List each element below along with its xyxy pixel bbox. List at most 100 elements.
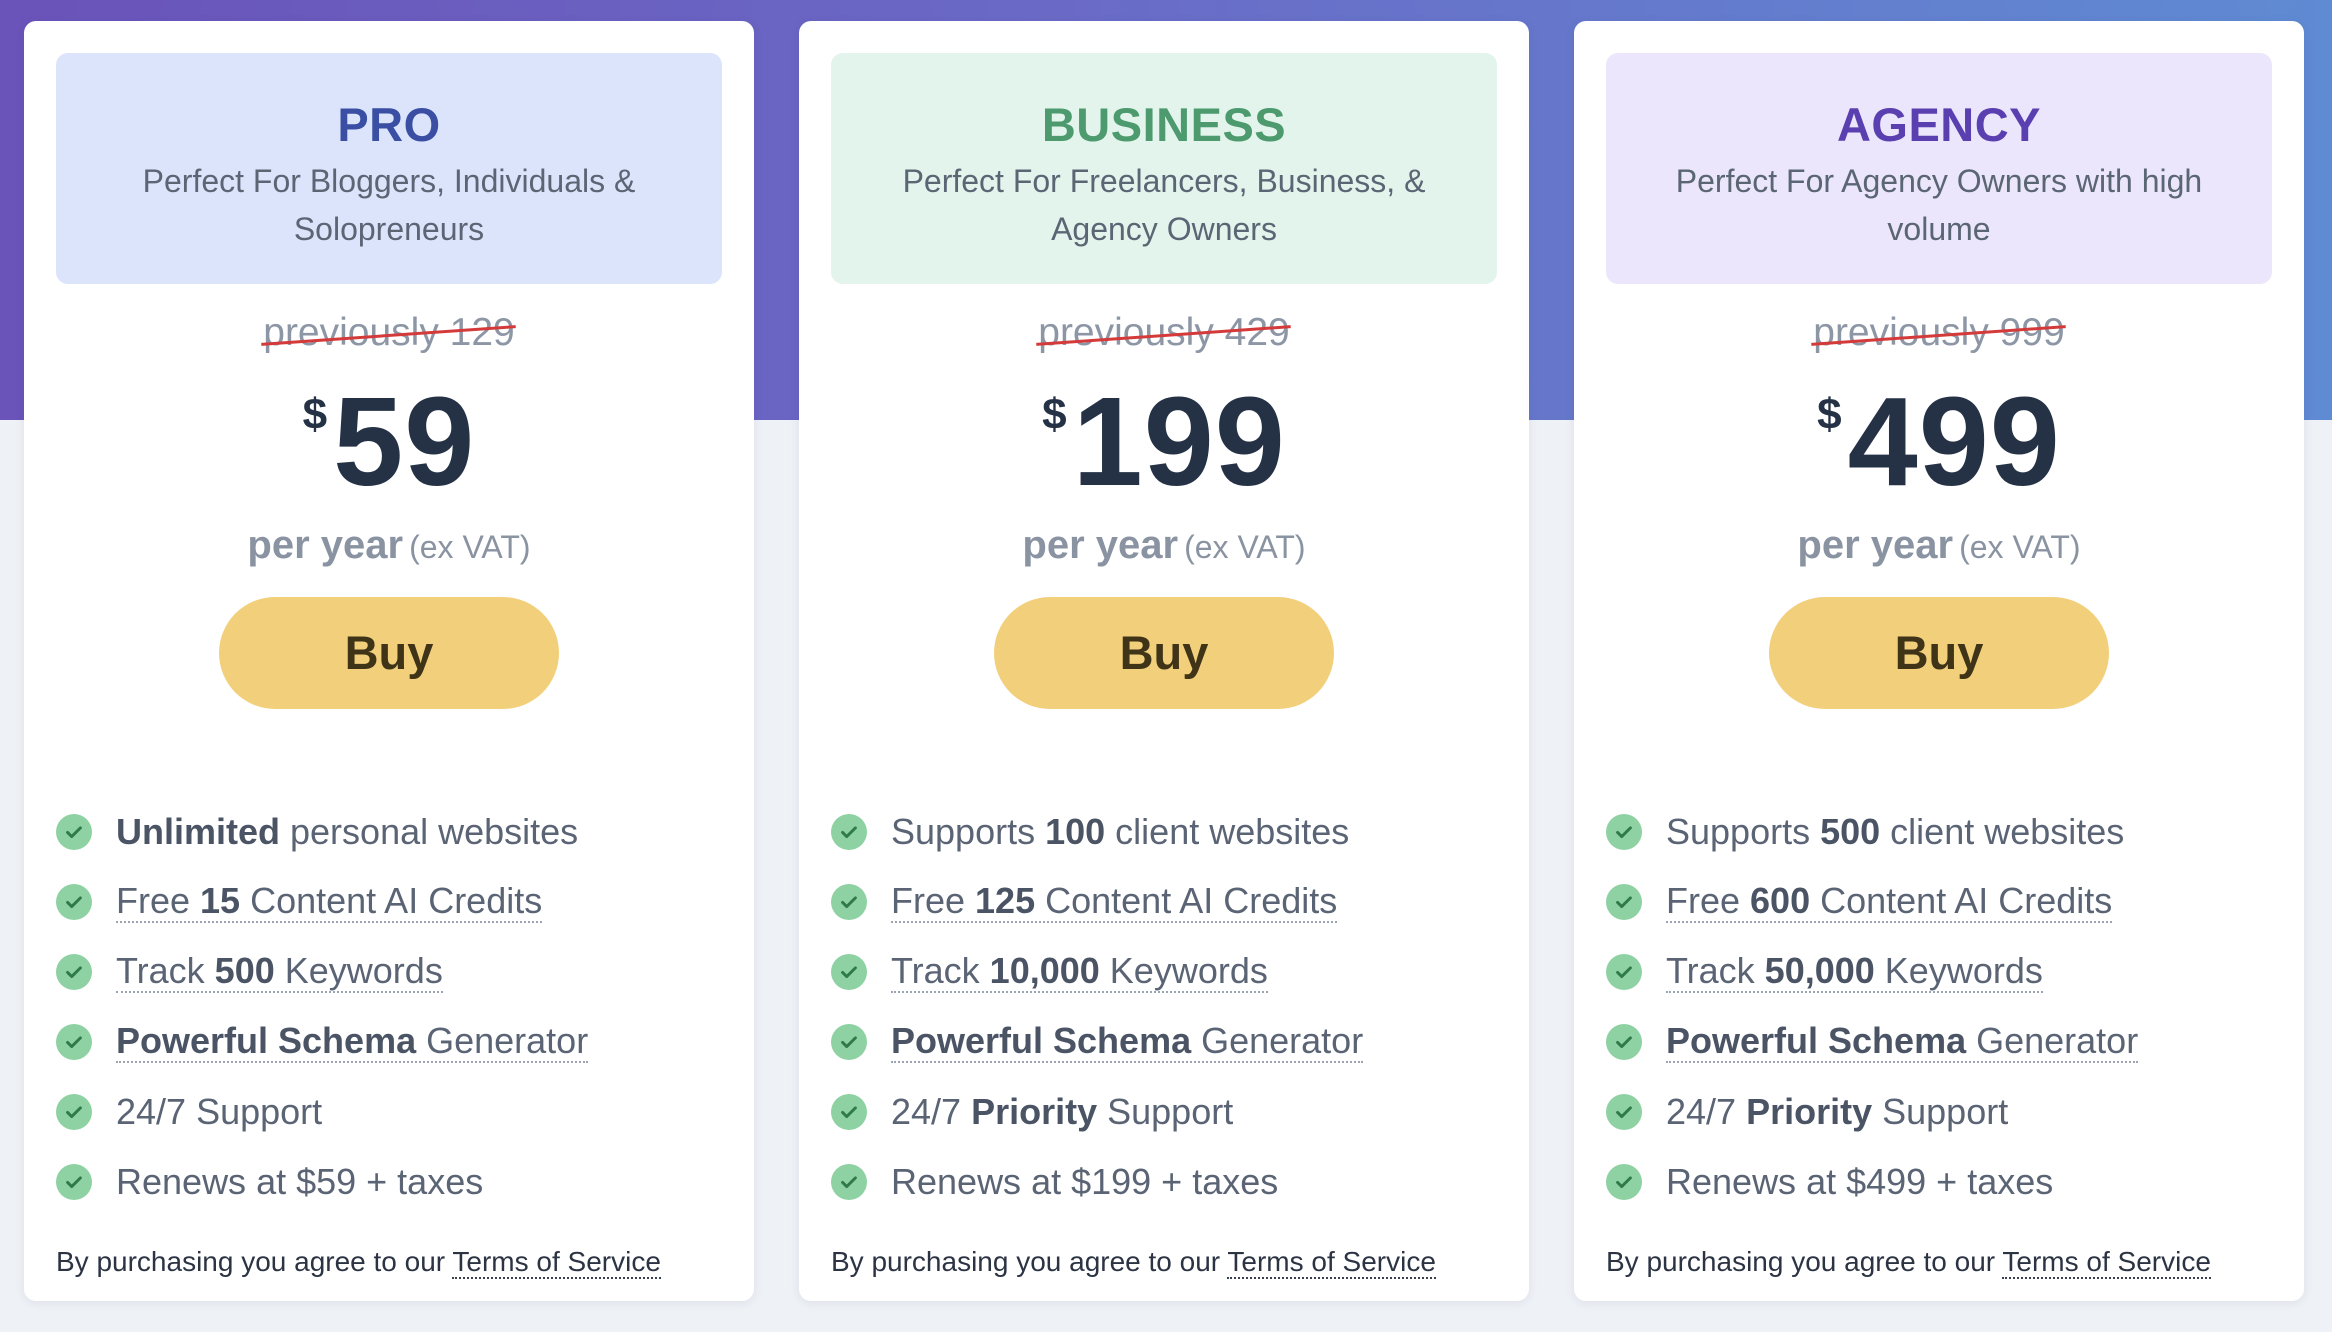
feature-text-bold: 125: [975, 880, 1036, 921]
feature-text-bold: Powerful Schema: [116, 1020, 417, 1061]
feature-text[interactable]: Free 600 Content AI Credits: [1666, 880, 2113, 923]
feature-item: Renews at $499 + taxes: [1606, 1147, 2286, 1217]
check-circle-icon: [831, 814, 867, 850]
feature-text-post: Content AI Credits: [1035, 880, 1338, 921]
feature-text: Unlimited personal websites: [116, 810, 578, 854]
check-circle-icon: [1606, 884, 1642, 920]
feature-item: Supports 500 client websites: [1606, 797, 2286, 867]
feature-text[interactable]: Track 500 Keywords: [116, 951, 443, 993]
feature-item: Renews at $199 + taxes: [831, 1147, 1511, 1217]
price-amount: 499: [1847, 371, 2061, 512]
check-circle-icon: [831, 954, 867, 990]
check-circle-icon: [1606, 954, 1642, 990]
feature-text[interactable]: Powerful Schema Generator: [891, 1020, 1364, 1063]
feature-text[interactable]: Track 10,000 Keywords: [891, 951, 1268, 993]
plan-name: BUSINESS: [1041, 98, 1287, 151]
buy-button[interactable]: Buy: [994, 597, 1334, 709]
feature-text-post: Content AI Credits: [240, 880, 543, 921]
feature-text-bold: 15: [200, 880, 241, 921]
feature-item: Track 50,000 Keywords: [1606, 937, 2286, 1007]
feature-text-pre: Free: [116, 880, 201, 921]
terms-of-service-link[interactable]: Terms of Service: [2002, 1246, 2211, 1279]
feature-item: Track 500 Keywords: [56, 937, 736, 1007]
feature-text-bold: 500: [214, 950, 275, 991]
feature-item: Powerful Schema Generator: [1606, 1007, 2286, 1077]
feature-list: Unlimited personal websites Free 15 Conte…: [56, 797, 736, 1217]
feature-text[interactable]: Powerful Schema Generator: [116, 1020, 589, 1063]
feature-text: Renews at $499 + taxes: [1666, 1160, 2053, 1204]
feature-text-bold: Powerful Schema: [891, 1020, 1192, 1061]
feature-text-post: personal websites: [280, 811, 579, 852]
check-circle-icon: [831, 1024, 867, 1060]
feature-item: Renews at $59 + taxes: [56, 1147, 736, 1217]
feature-text-pre: 24/7 Support: [116, 1091, 323, 1132]
check-circle-icon: [1606, 1024, 1642, 1060]
plan-description: Perfect For Freelancers, Business, & Age…: [902, 163, 1426, 247]
feature-item: Powerful Schema Generator: [56, 1007, 736, 1077]
feature-text[interactable]: Free 125 Content AI Credits: [891, 880, 1338, 923]
previous-price-text: previously 999: [1813, 311, 2065, 354]
feature-item: Free 125 Content AI Credits: [831, 867, 1511, 937]
previous-price: previously 999: [1574, 311, 2304, 355]
feature-text-pre: Renews at $59 + taxes: [116, 1161, 484, 1202]
check-circle-icon: [56, 884, 92, 920]
feature-text-bold: Priority: [971, 1091, 1098, 1132]
billing-period: per year (ex VAT): [24, 523, 754, 568]
feature-text[interactable]: Free 15 Content AI Credits: [116, 880, 543, 923]
feature-item: Track 10,000 Keywords: [831, 937, 1511, 1007]
feature-text-post: Content AI Credits: [1810, 880, 2113, 921]
feature-text[interactable]: Powerful Schema Generator: [1666, 1020, 2139, 1063]
feature-text-pre: Track: [891, 950, 990, 991]
buy-button[interactable]: Buy: [219, 597, 559, 709]
feature-text-pre: Track: [116, 950, 215, 991]
price: $499: [1574, 379, 2304, 505]
feature-text-pre: Supports: [891, 811, 1046, 852]
feature-text-bold: 600: [1750, 880, 1811, 921]
feature-item: Unlimited personal websites: [56, 797, 736, 867]
billing-period: per year (ex VAT): [1574, 523, 2304, 568]
check-circle-icon: [831, 1094, 867, 1130]
feature-text-pre: 24/7: [891, 1091, 972, 1132]
feature-text-post: Generator: [1191, 1020, 1364, 1061]
terms-of-service-link[interactable]: Terms of Service: [1227, 1246, 1436, 1279]
buy-button[interactable]: Buy: [1769, 597, 2109, 709]
terms-notice: By purchasing you agree to our Terms of …: [56, 1246, 661, 1279]
billing-period: per year (ex VAT): [799, 523, 1529, 568]
feature-item: 24/7 Support: [56, 1077, 736, 1147]
pricing-card-pro: PRO Perfect For Bloggers, Individuals & …: [24, 21, 754, 1301]
plan-name: PRO: [337, 98, 441, 151]
terms-text: By purchasing you agree to our: [1606, 1246, 2003, 1277]
terms-of-service-link[interactable]: Terms of Service: [452, 1246, 661, 1279]
plan-header: PRO Perfect For Bloggers, Individuals & …: [56, 53, 722, 284]
feature-text-bold: Powerful Schema: [1666, 1020, 1967, 1061]
feature-text-post: Keywords: [1099, 950, 1268, 991]
feature-text: 24/7 Support: [116, 1090, 322, 1134]
check-circle-icon: [831, 1164, 867, 1200]
plan-header: AGENCY Perfect For Agency Owners with hi…: [1606, 53, 2272, 284]
previous-price: previously 129: [24, 311, 754, 355]
feature-text-bold: Unlimited: [116, 811, 281, 852]
feature-text-pre: Free: [891, 880, 976, 921]
feature-text-pre: Track: [1666, 950, 1765, 991]
feature-text-pre: Free: [1666, 880, 1751, 921]
feature-list: Supports 100 client websites Free 125 Con…: [831, 797, 1511, 1217]
feature-item: Free 600 Content AI Credits: [1606, 867, 2286, 937]
feature-text[interactable]: Track 50,000 Keywords: [1666, 951, 2043, 993]
currency-symbol: $: [1817, 390, 1842, 439]
per-year-label: per year: [1022, 523, 1179, 567]
price-amount: 199: [1072, 371, 1286, 512]
feature-text-pre: Renews at $199 + taxes: [891, 1161, 1279, 1202]
check-circle-icon: [1606, 814, 1642, 850]
feature-text-pre: Supports: [1666, 811, 1821, 852]
per-year-label: per year: [1797, 523, 1954, 567]
check-circle-icon: [56, 814, 92, 850]
feature-text-bold: 500: [1820, 811, 1881, 852]
feature-text-post: Keywords: [1874, 950, 2043, 991]
price-amount: 59: [333, 371, 476, 512]
feature-list: Supports 500 client websites Free 600 Con…: [1606, 797, 2286, 1217]
feature-text-post: client websites: [1105, 811, 1350, 852]
per-year-label: per year: [247, 523, 404, 567]
vat-note: (ex VAT): [409, 529, 531, 565]
check-circle-icon: [56, 1094, 92, 1130]
terms-notice: By purchasing you agree to our Terms of …: [1606, 1246, 2211, 1279]
